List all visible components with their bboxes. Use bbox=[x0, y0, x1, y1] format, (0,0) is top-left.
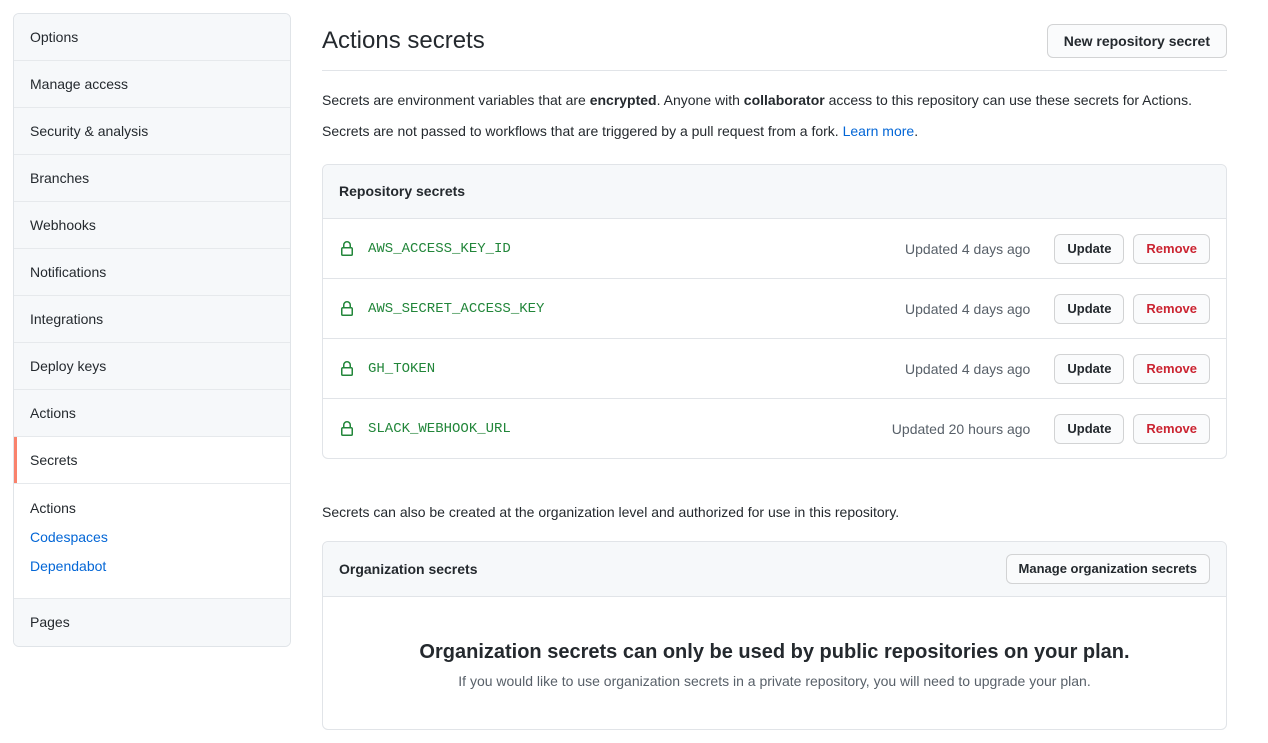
repository-secrets-card: Repository secrets AWS_ACCESS_KEY_ID Upd… bbox=[322, 164, 1227, 459]
secret-row: AWS_SECRET_ACCESS_KEY Updated 4 days ago… bbox=[323, 278, 1226, 338]
organization-secrets-card: Organization secrets Manage organization… bbox=[322, 541, 1227, 730]
secrets-submenu: Actions Codespaces Dependabot bbox=[14, 484, 290, 599]
actions-secrets-page: Actions secrets New repository secret Se… bbox=[322, 13, 1227, 727]
remove-button[interactable]: Remove bbox=[1133, 354, 1210, 384]
organization-note: Secrets can also be created at the organ… bbox=[322, 504, 1227, 520]
blankslate-title: Organization secrets can only be used by… bbox=[363, 641, 1186, 664]
secret-updated: Updated 4 days ago bbox=[905, 241, 1030, 257]
remove-button[interactable]: Remove bbox=[1133, 414, 1210, 444]
secret-updated: Updated 4 days ago bbox=[905, 301, 1030, 317]
new-repository-secret-button[interactable]: New repository secret bbox=[1047, 24, 1227, 58]
repository-secrets-header: Repository secrets bbox=[323, 165, 1226, 218]
learn-more-link[interactable]: Learn more bbox=[843, 123, 915, 139]
secret-name: GH_TOKEN bbox=[368, 361, 435, 377]
update-button[interactable]: Update bbox=[1054, 354, 1124, 384]
secret-row: GH_TOKEN Updated 4 days ago Update Remov… bbox=[323, 338, 1226, 398]
sidebar-item-pages[interactable]: Pages bbox=[14, 599, 290, 646]
description-text: access to this repository can use these … bbox=[825, 92, 1192, 108]
update-button[interactable]: Update bbox=[1054, 414, 1124, 444]
secret-name: AWS_SECRET_ACCESS_KEY bbox=[368, 301, 544, 317]
blankslate-text: If you would like to use organization se… bbox=[363, 673, 1186, 689]
sidebar-item-actions[interactable]: Actions bbox=[14, 390, 290, 437]
description-text: Secrets are not passed to workflows that… bbox=[322, 123, 843, 139]
page-header: Actions secrets New repository secret bbox=[322, 13, 1227, 71]
secrets-submenu-actions[interactable]: Actions bbox=[14, 494, 290, 523]
remove-button[interactable]: Remove bbox=[1133, 234, 1210, 264]
description-line-2: Secrets are not passed to workflows that… bbox=[322, 116, 1227, 147]
secret-name: SLACK_WEBHOOK_URL bbox=[368, 421, 511, 437]
sidebar-item-notifications[interactable]: Notifications bbox=[14, 249, 290, 296]
sidebar-item-manage-access[interactable]: Manage access bbox=[14, 61, 290, 108]
secrets-submenu-dependabot[interactable]: Dependabot bbox=[14, 552, 290, 581]
lock-icon bbox=[339, 241, 355, 257]
lock-icon bbox=[339, 421, 355, 437]
lock-icon bbox=[339, 301, 355, 317]
sidebar-item-webhooks[interactable]: Webhooks bbox=[14, 202, 290, 249]
organization-secrets-title: Organization secrets bbox=[339, 559, 478, 580]
page-title: Actions secrets bbox=[322, 27, 485, 55]
settings-sidebar: Options Manage access Security & analysi… bbox=[13, 13, 291, 647]
organization-secrets-header: Organization secrets Manage organization… bbox=[323, 542, 1226, 596]
manage-organization-secrets-button[interactable]: Manage organization secrets bbox=[1006, 554, 1210, 584]
organization-secrets-blankslate: Organization secrets can only be used by… bbox=[323, 596, 1226, 729]
description-text: . bbox=[914, 123, 918, 139]
secret-row: AWS_ACCESS_KEY_ID Updated 4 days ago Upd… bbox=[323, 218, 1226, 278]
secret-name: AWS_ACCESS_KEY_ID bbox=[368, 241, 511, 257]
description-bold-encrypted: encrypted bbox=[590, 92, 657, 108]
description-bold-collaborator: collaborator bbox=[744, 92, 825, 108]
sidebar-item-deploy-keys[interactable]: Deploy keys bbox=[14, 343, 290, 390]
update-button[interactable]: Update bbox=[1054, 294, 1124, 324]
update-button[interactable]: Update bbox=[1054, 234, 1124, 264]
sidebar-item-security-analysis[interactable]: Security & analysis bbox=[14, 108, 290, 155]
description-text: Secrets are environment variables that a… bbox=[322, 92, 590, 108]
sidebar-item-branches[interactable]: Branches bbox=[14, 155, 290, 202]
remove-button[interactable]: Remove bbox=[1133, 294, 1210, 324]
sidebar-item-integrations[interactable]: Integrations bbox=[14, 296, 290, 343]
lock-icon bbox=[339, 361, 355, 377]
description-line-1: Secrets are environment variables that a… bbox=[322, 85, 1227, 116]
description-text: . Anyone with bbox=[657, 92, 744, 108]
sidebar-item-options[interactable]: Options bbox=[14, 14, 290, 61]
sidebar-item-secrets[interactable]: Secrets bbox=[14, 437, 290, 484]
secrets-description: Secrets are environment variables that a… bbox=[322, 85, 1227, 147]
secret-row: SLACK_WEBHOOK_URL Updated 20 hours ago U… bbox=[323, 398, 1226, 458]
secrets-submenu-codespaces[interactable]: Codespaces bbox=[14, 523, 290, 552]
secret-updated: Updated 20 hours ago bbox=[892, 421, 1031, 437]
secret-updated: Updated 4 days ago bbox=[905, 361, 1030, 377]
